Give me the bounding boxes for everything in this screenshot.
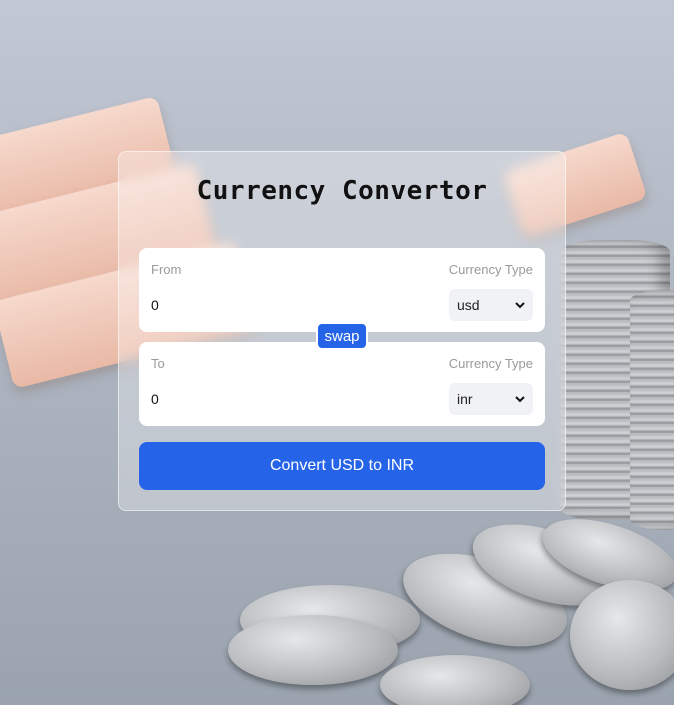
coin [570, 580, 674, 690]
converter-card: Currency Convertor From Currency Type us… [118, 151, 566, 511]
from-label: From [151, 262, 182, 277]
page-title: Currency Convertor [196, 176, 488, 206]
from-currency-type-label: Currency Type [448, 262, 533, 277]
to-label: To [151, 356, 165, 371]
convert-button[interactable]: Convert USD to INR [139, 442, 545, 490]
from-amount-input[interactable] [151, 297, 351, 313]
to-section: To Currency Type inr [139, 342, 545, 426]
to-amount-input[interactable] [151, 391, 351, 407]
coin-stack [630, 290, 674, 530]
from-currency-value: usd [457, 297, 480, 313]
swap-button[interactable]: swap [316, 322, 368, 350]
coin [380, 655, 530, 705]
to-currency-select[interactable]: inr [449, 383, 533, 415]
from-currency-select[interactable]: usd [449, 289, 533, 321]
chevron-down-icon [515, 302, 525, 309]
from-section: From Currency Type usd [139, 248, 545, 332]
chevron-down-icon [515, 396, 525, 403]
to-currency-value: inr [457, 391, 473, 407]
coin [228, 615, 398, 685]
to-currency-type-label: Currency Type [448, 356, 533, 371]
